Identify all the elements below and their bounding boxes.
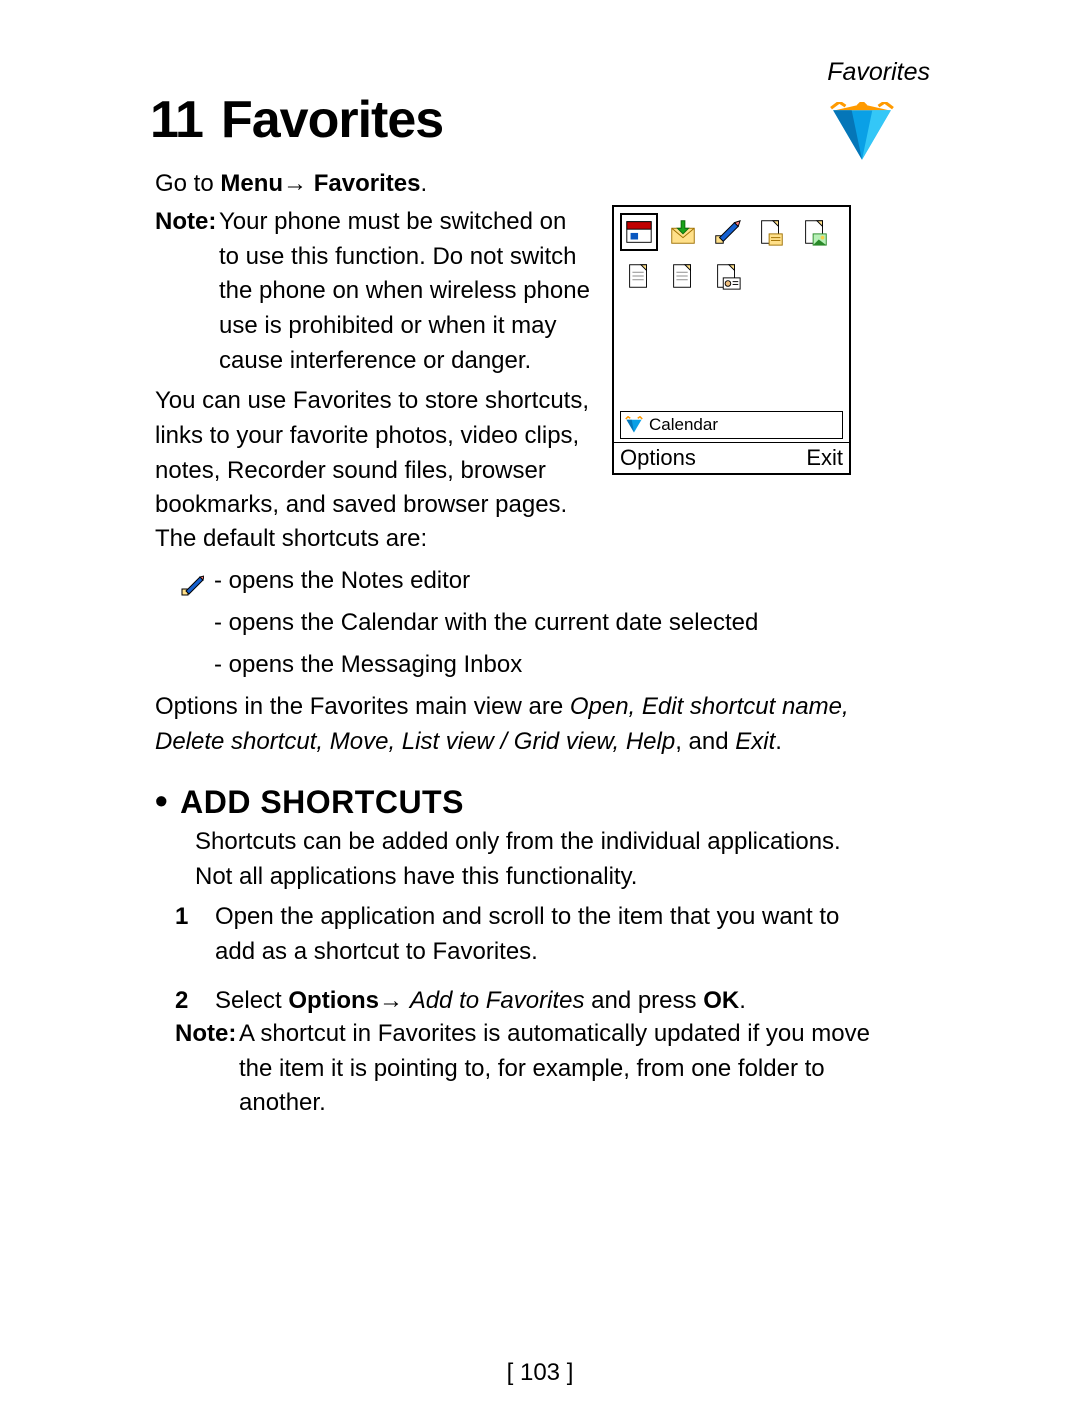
left-softkey[interactable]: Options xyxy=(620,445,696,471)
page-number: [ 103 ] xyxy=(0,1359,1080,1387)
goto-suffix: . xyxy=(420,170,427,197)
add-to-favorites: Add to Favorites xyxy=(410,987,585,1014)
selection-label: Calendar xyxy=(649,415,718,435)
step-2: 2 Select Options→ Add to Favorites and p… xyxy=(175,984,875,1019)
options-word: Options xyxy=(288,987,379,1014)
step-1: 1 Open the application and scroll to the… xyxy=(175,900,875,970)
selection-label-bar: Calendar xyxy=(620,411,843,439)
options-paragraph: Options in the Favorites main view are O… xyxy=(155,690,875,760)
step-number: 2 xyxy=(175,984,193,1019)
softkey-bar: Options Exit xyxy=(614,442,849,473)
section-intro: Shortcuts can be added only from the ind… xyxy=(195,825,875,895)
arrow-icon: → xyxy=(379,987,410,1014)
ok-word: OK xyxy=(703,987,739,1014)
steps-list: 1 Open the application and scroll to the… xyxy=(175,900,875,1032)
goto-menu: Menu xyxy=(220,170,283,197)
note-label: Note: xyxy=(175,1020,236,1047)
note-body: A shortcut in Favorites is automatically… xyxy=(239,1017,875,1121)
bullet-icon: • xyxy=(155,780,168,821)
favorites-grid xyxy=(614,207,849,297)
goto-target: Favorites xyxy=(314,170,421,197)
defaults-list: - opens the Notes editor - opens the Cal… xyxy=(180,560,758,686)
options-end: . xyxy=(775,728,782,755)
chapter-name: Favorites xyxy=(221,91,443,149)
app-today[interactable] xyxy=(620,213,658,251)
default-calendar-text: - opens the Calendar with the current da… xyxy=(214,602,758,644)
note-auto-update: Note: A shortcut in Favorites is automat… xyxy=(175,1017,875,1121)
app-page[interactable] xyxy=(664,257,702,295)
step-number: 1 xyxy=(175,900,193,970)
running-head: Favorites xyxy=(827,58,930,87)
phone-favorites-screenshot: Calendar Options Exit xyxy=(612,205,851,475)
default-notes: - opens the Notes editor xyxy=(180,560,758,602)
intro-paragraph: You can use Favorites to store shortcuts… xyxy=(155,384,590,523)
favorites-gem-icon xyxy=(829,102,895,168)
step-text: Open the application and scroll to the i… xyxy=(215,900,875,970)
goto-line: Go to Menu→ Favorites. xyxy=(155,167,590,202)
favorites-gem-icon xyxy=(625,416,643,434)
notes-pencil-icon xyxy=(180,569,204,593)
default-inbox-text: - opens the Messaging Inbox xyxy=(214,644,522,686)
app-page[interactable] xyxy=(620,257,658,295)
goto-prefix: Go to xyxy=(155,170,220,197)
arrow-icon: → xyxy=(283,170,307,197)
app-photo-page[interactable] xyxy=(796,213,834,251)
app-inbox[interactable] xyxy=(664,213,702,251)
app-notes[interactable] xyxy=(708,213,746,251)
right-softkey[interactable]: Exit xyxy=(806,445,843,471)
chapter-number: 11 xyxy=(150,91,203,149)
default-notes-text: - opens the Notes editor xyxy=(214,560,470,602)
step-text: Select Options→ Add to Favorites and pre… xyxy=(215,984,746,1019)
note-body: Your phone must be switched on to use th… xyxy=(219,205,590,379)
app-note-page[interactable] xyxy=(752,213,790,251)
chapter-title: 11 Favorites xyxy=(150,90,443,150)
note-power: Note: Your phone must be switched on to … xyxy=(155,205,590,379)
options-exit: Exit xyxy=(735,728,775,755)
default-calendar: - opens the Calendar with the current da… xyxy=(180,602,758,644)
options-lead: Options in the Favorites main view are xyxy=(155,693,570,720)
section-heading-text: ADD SHORTCUTS xyxy=(180,784,464,820)
app-card-page[interactable] xyxy=(708,257,746,295)
section-add-shortcuts-heading: • ADD SHORTCUTS xyxy=(155,780,464,822)
defaults-heading: The default shortcuts are: xyxy=(155,522,855,557)
note-label: Note: xyxy=(155,208,216,235)
default-inbox: - opens the Messaging Inbox xyxy=(180,644,758,686)
options-and: , and xyxy=(675,728,735,755)
